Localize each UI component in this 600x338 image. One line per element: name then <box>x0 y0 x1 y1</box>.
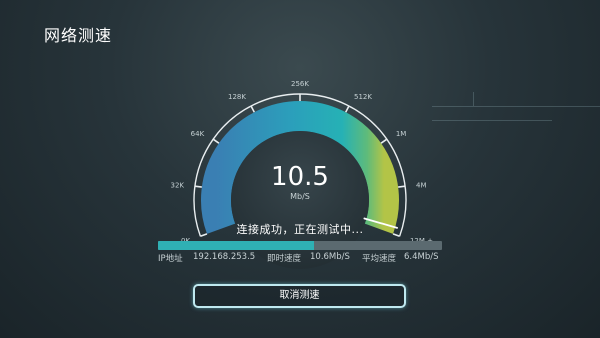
cancel-test-button[interactable]: 取消测速 <box>193 284 406 308</box>
average-speed-label: 平均速度 <box>362 254 397 264</box>
gauge-tick <box>250 105 255 113</box>
gauge-tick-label: 128K <box>228 93 246 101</box>
gauge-tick-label: 4M <box>416 182 427 190</box>
current-speed-label: 即时速度 <box>267 254 302 264</box>
progress-bar <box>158 241 442 250</box>
speed-readout: 10.5 Mb/S <box>244 162 356 201</box>
status-message: 连接成功，正在测试中... <box>236 223 364 236</box>
gauge-tick <box>398 185 406 188</box>
gauge-tick <box>380 138 388 144</box>
gauge-tick <box>345 105 350 113</box>
ip-value: 192.168.253.5 <box>193 252 256 262</box>
gauge-tick-label: 512K <box>354 93 372 101</box>
gauge-tick-label: 1M <box>396 130 407 138</box>
progress-fill <box>158 241 315 250</box>
current-speed-value: 10.6Mb/S <box>310 252 350 262</box>
speed-value: 10.5 <box>271 162 329 192</box>
gauge-tick <box>194 185 202 188</box>
speed-unit: Mb/S <box>290 192 310 201</box>
stats-row: IP地址 192.168.253.5 即时速度 10.6Mb/S 平均速度 6.… <box>158 252 442 266</box>
gauge-tick-label: 256K <box>291 80 309 88</box>
ip-label: IP地址 <box>158 254 183 264</box>
gauge-tick-label: 32K <box>171 182 185 190</box>
gauge-tick <box>212 138 220 144</box>
average-speed-value: 6.4Mb/S <box>404 252 439 262</box>
gauge-tick-label: 64K <box>191 130 205 138</box>
